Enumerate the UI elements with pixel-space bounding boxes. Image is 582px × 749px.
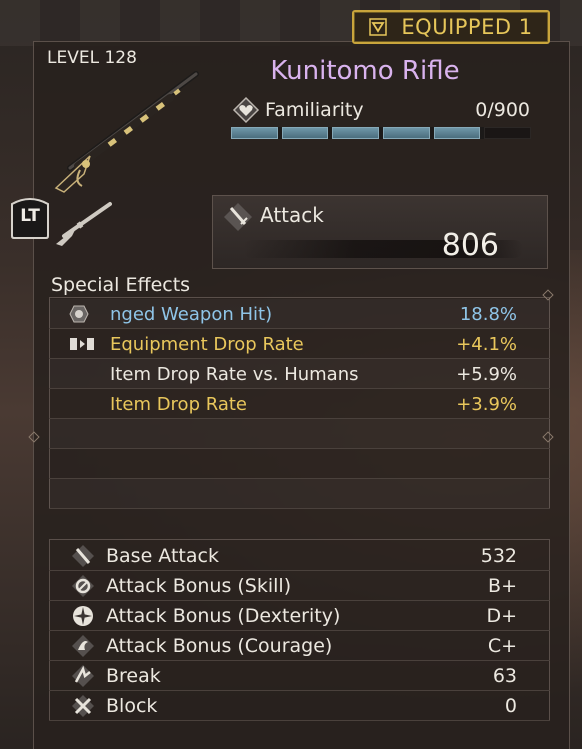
special-effect-value: 18.8% — [459, 304, 517, 325]
special-effect-value: +4.1% — [456, 334, 517, 355]
familiarity-heart-icon — [232, 96, 260, 124]
special-effects-heading: Special Effects — [51, 274, 191, 296]
special-effect-row[interactable]: nged Weapon Hit) 18.8% — [49, 299, 550, 329]
stat-row[interactable]: Block 0 — [49, 691, 550, 721]
equipment-set-icon — [69, 335, 94, 353]
familiarity-segment — [383, 127, 430, 139]
weapon-level: LEVEL 128 — [47, 48, 137, 68]
break-icon — [71, 664, 95, 688]
familiarity-row: Familiarity 0/900 — [232, 96, 530, 124]
stat-value: 63 — [492, 665, 517, 687]
familiarity-segment — [332, 127, 380, 139]
familiarity-segment — [433, 127, 481, 139]
hexagon-emblem-icon — [69, 305, 89, 323]
special-effect-name: nged Weapon Hit) — [110, 304, 273, 325]
stat-name: Attack Bonus (Skill) — [106, 575, 292, 597]
sword-icon — [224, 203, 252, 231]
stat-value: B+ — [488, 575, 517, 597]
rifle-image — [54, 71, 199, 193]
attack-value: 806 — [441, 228, 499, 263]
special-effect-empty-row — [49, 419, 550, 449]
familiarity-segment — [281, 127, 329, 139]
stat-row[interactable]: Attack Bonus (Courage) C+ — [49, 631, 550, 661]
skill-icon — [71, 574, 95, 598]
block-icon — [71, 694, 95, 718]
rifle-thumbnail — [56, 202, 112, 246]
stat-row[interactable]: Base Attack 532 — [49, 541, 550, 571]
stat-name: Break — [106, 665, 161, 687]
special-effect-value: +5.9% — [456, 364, 517, 385]
special-effect-name: Item Drop Rate vs. Humans — [110, 364, 359, 385]
stat-value: 532 — [480, 545, 517, 567]
attack-panel: Attack 806 — [212, 195, 548, 269]
special-effect-row[interactable]: Equipment Drop Rate +4.1% — [49, 329, 550, 359]
familiarity-value: 0/900 — [475, 99, 530, 121]
special-effect-value: +3.9% — [456, 394, 517, 415]
special-effect-empty-row — [49, 479, 550, 509]
stat-row[interactable]: Break 63 — [49, 661, 550, 691]
familiarity-label: Familiarity — [265, 99, 364, 121]
stat-value: C+ — [487, 635, 517, 657]
special-effect-row[interactable]: Item Drop Rate +3.9% — [49, 389, 550, 419]
attack-label: Attack — [260, 203, 324, 227]
equipped-label: EQUIPPED 1 — [401, 15, 533, 39]
lt-label: LT — [20, 206, 40, 226]
familiarity-bar — [231, 127, 532, 139]
equipped-badge: EQUIPPED 1 — [352, 10, 550, 44]
stat-row[interactable]: Attack Bonus (Skill) B+ — [49, 571, 550, 601]
familiarity-segment — [484, 127, 532, 139]
stat-row[interactable]: Attack Bonus (Dexterity) D+ — [49, 601, 550, 631]
familiarity-segment — [231, 127, 278, 139]
special-effect-row[interactable]: Item Drop Rate vs. Humans +5.9% — [49, 359, 550, 389]
stat-value: 0 — [504, 695, 517, 717]
stat-name: Block — [106, 695, 158, 717]
dexterity-icon — [71, 604, 95, 628]
down-triangle-icon — [369, 18, 388, 36]
base-attack-icon — [71, 544, 95, 568]
special-effect-name: Item Drop Rate — [110, 394, 247, 415]
stat-name: Attack Bonus (Courage) — [106, 635, 333, 657]
stat-name: Attack Bonus (Dexterity) — [106, 605, 341, 627]
stat-name: Base Attack — [106, 545, 219, 567]
special-effect-empty-row — [49, 449, 550, 479]
stat-value: D+ — [486, 605, 517, 627]
courage-icon — [71, 634, 95, 658]
weapon-name: Kunitomo Rifle — [270, 56, 460, 86]
special-effect-name: Equipment Drop Rate — [110, 334, 304, 355]
